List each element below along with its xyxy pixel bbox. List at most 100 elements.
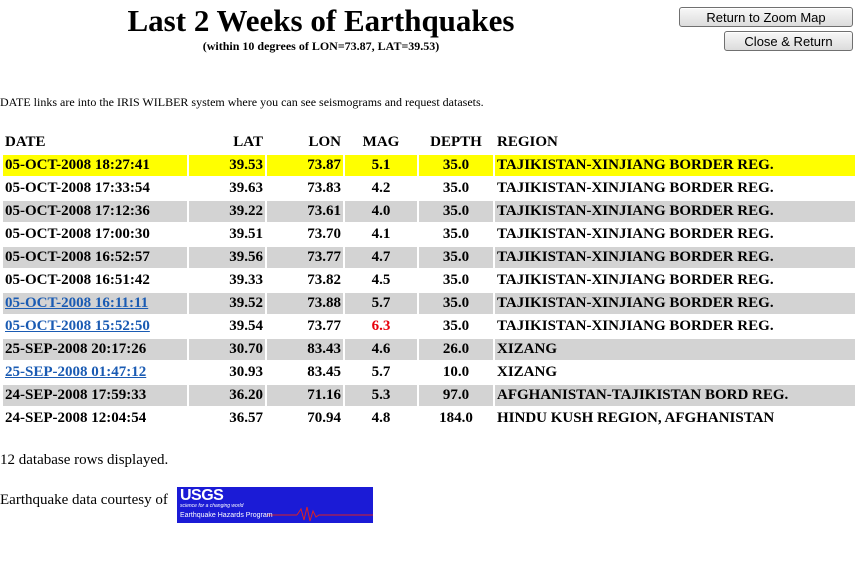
table-row[interactable]: 05-OCT-2008 16:11:11 39.52 73.88 5.7 35.0 TAJ… bbox=[3, 293, 855, 314]
page-subtitle: (within 10 degrees of LON=73.87, LAT=39.… bbox=[202, 39, 440, 53]
magnitude-alert-value: 6.3 bbox=[371, 318, 391, 334]
cell-depth: 10.0 bbox=[419, 362, 493, 383]
cell-lon: 73.70 bbox=[267, 224, 343, 245]
cell-depth: 35.0 bbox=[419, 316, 493, 337]
table-row: 24-SEP-2008 17:59:33 36.20 71.16 5.3 97.0 AFG… bbox=[3, 385, 855, 406]
wilber-date-link[interactable]: 05-OCT-2008 15:52:50 bbox=[5, 318, 150, 334]
table-row: 05-OCT-2008 17:12:36 39.22 73.61 4.0 35.0 TAJ… bbox=[3, 201, 855, 222]
courtesy-text: Earthquake data courtesy of bbox=[0, 492, 168, 508]
cell-lat: 39.51 bbox=[189, 224, 265, 245]
cell-region: TAJIKISTAN-XINJIANG BORDER REG. bbox=[495, 293, 855, 314]
cell-region: TAJIKISTAN-XINJIANG BORDER REG. bbox=[495, 224, 855, 245]
cell-lat: 39.56 bbox=[189, 247, 265, 268]
cell-mag: 4.1 bbox=[345, 224, 417, 245]
cell-lon: 73.83 bbox=[267, 178, 343, 199]
cell-date: 25-SEP-2008 01:47:12 bbox=[3, 362, 187, 383]
column-header-lat: LAT bbox=[233, 134, 263, 150]
cell-mag: 5.1 bbox=[345, 155, 417, 176]
usgs-tagline: science for a changing world bbox=[180, 503, 244, 509]
cell-lon: 83.43 bbox=[267, 339, 343, 360]
usgs-logo[interactable]: USGS science for a changing world Earthq… bbox=[177, 487, 373, 523]
cell-mag: 5.3 bbox=[345, 385, 417, 406]
cell-depth: 35.0 bbox=[419, 201, 493, 222]
cell-lon: 73.77 bbox=[267, 247, 343, 268]
cell-lat: 39.52 bbox=[189, 293, 265, 314]
cell-lon: 73.77 bbox=[267, 316, 343, 337]
cell-depth: 35.0 bbox=[419, 178, 493, 199]
cell-mag: 4.6 bbox=[345, 339, 417, 360]
cell-region: TAJIKISTAN-XINJIANG BORDER REG. bbox=[495, 316, 855, 337]
cell-mag: 4.5 bbox=[345, 270, 417, 291]
cell-lat: 36.57 bbox=[189, 408, 265, 429]
cell-date: 05-OCT-2008 16:52:57 bbox=[3, 247, 187, 268]
cell-lat: 39.63 bbox=[189, 178, 265, 199]
cell-lon: 73.87 bbox=[267, 155, 343, 176]
cell-depth: 35.0 bbox=[419, 247, 493, 268]
cell-depth: 35.0 bbox=[419, 270, 493, 291]
cell-mag: 5.7 bbox=[345, 293, 417, 314]
cell-date: 24-SEP-2008 17:59:33 bbox=[3, 385, 187, 406]
cell-mag: 4.8 bbox=[345, 408, 417, 429]
cell-lat: 30.70 bbox=[189, 339, 265, 360]
table-row[interactable]: 25-SEP-2008 01:47:12 30.93 83.45 5.7 10.0 XIZ… bbox=[3, 362, 855, 383]
cell-region: TAJIKISTAN-XINJIANG BORDER REG. bbox=[495, 247, 855, 268]
cell-depth: 97.0 bbox=[419, 385, 493, 406]
cell-lon: 83.45 bbox=[267, 362, 343, 383]
table-row: 24-SEP-2008 12:04:54 36.57 70.94 4.8 184.0 HI… bbox=[3, 408, 855, 429]
cell-region: TAJIKISTAN-XINJIANG BORDER REG. bbox=[495, 270, 855, 291]
cell-date: 05-OCT-2008 18:27:41 bbox=[3, 155, 187, 176]
usgs-program-name: Earthquake Hazards Program bbox=[180, 512, 273, 519]
cell-region: XIZANG bbox=[495, 339, 855, 360]
cell-date: 24-SEP-2008 12:04:54 bbox=[3, 408, 187, 429]
table-row: 05-OCT-2008 16:51:42 39.33 73.82 4.5 35.0 TAJ… bbox=[3, 270, 855, 291]
cell-date: 05-OCT-2008 17:00:30 bbox=[3, 224, 187, 245]
table-row: 05-OCT-2008 17:33:54 39.63 73.83 4.2 35.0 TAJ… bbox=[3, 178, 855, 199]
return-to-zoom-map-button[interactable]: Return to Zoom Map bbox=[679, 7, 853, 27]
cell-lon: 73.61 bbox=[267, 201, 343, 222]
cell-lat: 30.93 bbox=[189, 362, 265, 383]
page-title: Last 2 Weeks of Earthquakes bbox=[127, 3, 515, 38]
cell-lat: 39.33 bbox=[189, 270, 265, 291]
cell-depth: 184.0 bbox=[419, 408, 493, 429]
cell-depth: 35.0 bbox=[419, 155, 493, 176]
cell-lon: 71.16 bbox=[267, 385, 343, 406]
cell-region: TAJIKISTAN-XINJIANG BORDER REG. bbox=[495, 178, 855, 199]
cell-date: 05-OCT-2008 17:33:54 bbox=[3, 178, 187, 199]
cell-region: TAJIKISTAN-XINJIANG BORDER REG. bbox=[495, 201, 855, 222]
cell-depth: 26.0 bbox=[419, 339, 493, 360]
cell-lon: 70.94 bbox=[267, 408, 343, 429]
table-row: 25-SEP-2008 20:17:26 30.70 83.43 4.6 26.0 XIZ… bbox=[3, 339, 855, 360]
column-header-depth: DEPTH bbox=[430, 134, 482, 150]
cell-mag: 4.2 bbox=[345, 178, 417, 199]
cell-mag: 5.7 bbox=[345, 362, 417, 383]
table-row: 05-OCT-2008 16:52:57 39.56 73.77 4.7 35.0 TAJ… bbox=[3, 247, 855, 268]
cell-region: HINDU KUSH REGION, AFGHANISTAN bbox=[495, 408, 855, 429]
earthquake-table-body: 05-OCT-2008 18:27:41 39.53 73.87 5.1 35.0 TAJ… bbox=[3, 155, 855, 429]
earthquake-table: DATE LAT LON MAG DEPTH REGION 05-OCT-200… bbox=[1, 130, 857, 431]
cell-mag: 4.7 bbox=[345, 247, 417, 268]
cell-lat: 39.53 bbox=[189, 155, 265, 176]
cell-lat: 36.20 bbox=[189, 385, 265, 406]
cell-lon: 73.88 bbox=[267, 293, 343, 314]
row-count-text: 12 database rows displayed. bbox=[0, 452, 169, 468]
table-row: 05-OCT-2008 17:00:30 39.51 73.70 4.1 35.0 TAJ… bbox=[3, 224, 855, 245]
cell-region: TAJIKISTAN-XINJIANG BORDER REG. bbox=[495, 155, 855, 176]
cell-mag: 6.3 bbox=[345, 316, 417, 337]
cell-lat: 39.22 bbox=[189, 201, 265, 222]
cell-date: 05-OCT-2008 16:11:11 bbox=[3, 293, 187, 314]
column-header-mag: MAG bbox=[362, 134, 400, 150]
wilber-date-link[interactable]: 05-OCT-2008 16:11:11 bbox=[5, 295, 148, 311]
wilber-date-link[interactable]: 25-SEP-2008 01:47:12 bbox=[5, 364, 146, 380]
column-header-region: REGION bbox=[497, 134, 558, 150]
table-row: 05-OCT-2008 18:27:41 39.53 73.87 5.1 35.0 TAJ… bbox=[3, 155, 855, 176]
cell-region: XIZANG bbox=[495, 362, 855, 383]
table-header-row: DATE LAT LON MAG DEPTH REGION bbox=[3, 132, 855, 153]
usgs-wordmark: USGS bbox=[180, 487, 224, 504]
close-and-return-button[interactable]: Close & Return bbox=[724, 31, 853, 51]
cell-date: 05-OCT-2008 17:12:36 bbox=[3, 201, 187, 222]
cell-lat: 39.54 bbox=[189, 316, 265, 337]
cell-depth: 35.0 bbox=[419, 293, 493, 314]
cell-date: 05-OCT-2008 15:52:50 bbox=[3, 316, 187, 337]
table-row[interactable]: 05-OCT-2008 15:52:50 39.54 73.77 6.3 35.0 TAJ… bbox=[3, 316, 855, 337]
cell-depth: 35.0 bbox=[419, 224, 493, 245]
